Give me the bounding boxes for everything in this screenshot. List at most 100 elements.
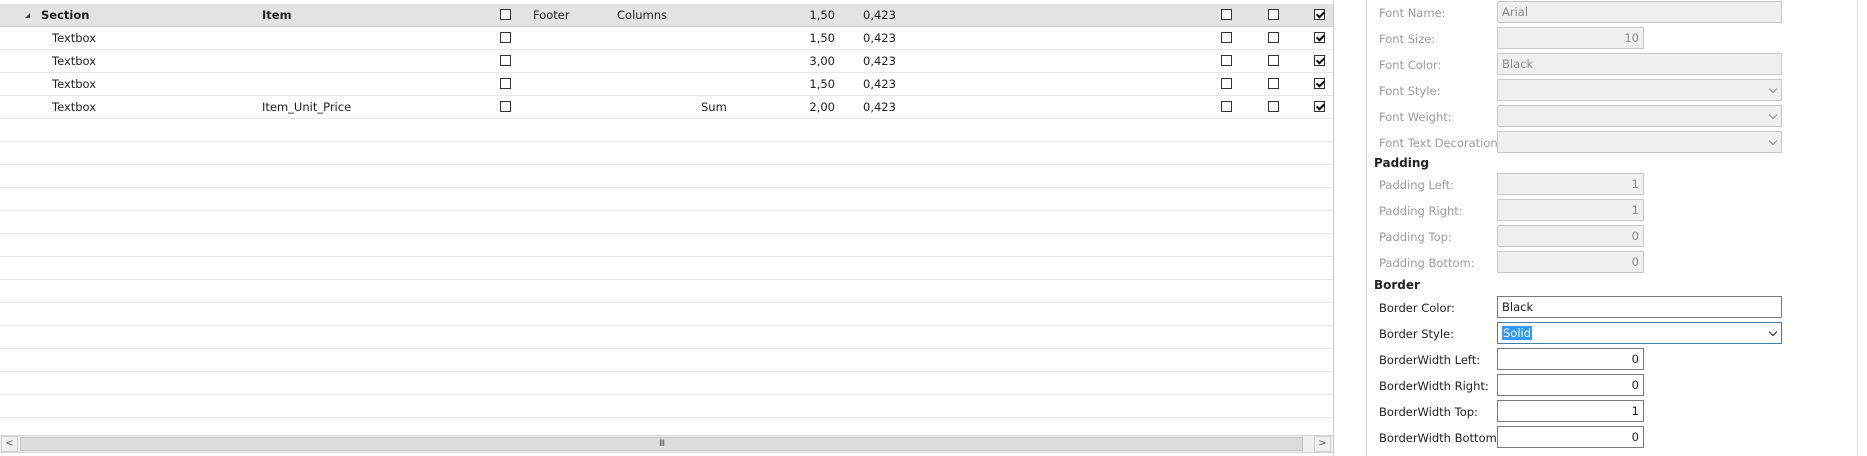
empty-row [0,165,1333,188]
row-checkbox[interactable] [500,9,511,20]
font-name-label: Font Name: [1379,6,1446,20]
font-size-field[interactable]: 10 [1497,27,1644,49]
padding-top-label: Padding Top: [1379,230,1452,244]
table-row[interactable]: Textbox Item_Unit_Price Sum 2,00 0,423 [0,96,1333,119]
padding-right-row: Padding Right: 1 [1367,198,1867,224]
scroll-left-button[interactable]: < [1,436,18,452]
chevron-down-icon [1768,327,1778,337]
height-value: 0,423 [863,31,896,45]
checkbox-col3[interactable] [1314,55,1325,66]
table-row[interactable]: Textbox 1,50 0,423 [0,73,1333,96]
chevron-right-icon: > [1318,438,1327,449]
chevron-left-icon: < [5,438,14,449]
row-checkbox[interactable] [500,32,511,43]
empty-row [0,418,1333,435]
padding-top-field[interactable]: 0 [1497,225,1644,247]
borderwidth-right-row: BorderWidth Right: 0 [1367,373,1867,399]
row-checkbox[interactable] [500,101,511,112]
padding-left-label: Padding Left: [1379,178,1455,192]
font-color-label: Font Color: [1379,58,1442,72]
border-style-value: Solid [1502,326,1533,340]
width-value: 1,50 [809,31,835,45]
empty-row [0,257,1333,280]
font-style-row: Font Style: [1367,78,1867,104]
section-label: Section [41,8,90,22]
borderwidth-top-row: BorderWidth Top: 1 [1367,399,1867,425]
row-aggregate: Sum [701,100,727,114]
checkbox-col2[interactable] [1268,9,1279,20]
padding-bottom-row: Padding Bottom: 0 [1367,250,1867,276]
font-style-select[interactable] [1497,79,1782,101]
scrollbar-thumb[interactable]: III [20,437,1303,451]
padding-left-field[interactable]: 1 [1497,173,1644,195]
row-section: Textbox [52,54,97,68]
panel-divider [1857,0,1858,456]
padding-top-row: Padding Top: 0 [1367,224,1867,250]
borderwidth-bottom-label: BorderWidth Bottom: [1379,431,1501,445]
scroll-right-button[interactable]: > [1314,436,1331,452]
font-name-field[interactable]: Arial [1497,1,1782,23]
chevron-down-icon [1768,110,1778,120]
borderwidth-left-row: BorderWidth Left: 0 [1367,347,1867,373]
borderwidth-bottom-field[interactable]: 0 [1497,426,1644,448]
empty-row [0,326,1333,349]
font-name-row: Font Name: Arial [1367,0,1867,26]
checkbox-col1[interactable] [1221,78,1232,89]
empty-row [0,211,1333,234]
height-value: 0,423 [863,8,896,22]
checkbox-col1[interactable] [1221,9,1232,20]
font-color-field[interactable]: Black [1497,53,1782,75]
width-value: 1,50 [809,77,835,91]
font-weight-select[interactable] [1497,105,1782,127]
font-size-label: Font Size: [1379,32,1436,46]
row-checkbox[interactable] [500,78,511,89]
checkbox-col3[interactable] [1314,32,1325,43]
row-section: Textbox [52,31,97,45]
checkbox-col3[interactable] [1314,78,1325,89]
width-value: 3,00 [809,54,835,68]
borderwidth-right-field[interactable]: 0 [1497,374,1644,396]
border-style-select[interactable]: Solid [1497,322,1782,344]
row-section: Textbox [52,100,97,114]
borderwidth-left-field[interactable]: 0 [1497,348,1644,370]
checkbox-col1[interactable] [1221,32,1232,43]
horizontal-scrollbar[interactable]: < III > [0,435,1333,453]
row-section: Textbox [52,77,97,91]
table-row[interactable]: Textbox 3,00 0,423 [0,50,1333,73]
table-row[interactable]: Textbox 1,50 0,423 [0,27,1333,50]
checkbox-col1[interactable] [1221,55,1232,66]
empty-row [0,349,1333,372]
border-color-row: Border Color: Black [1367,295,1867,321]
checkbox-col1[interactable] [1221,101,1232,112]
empty-row [0,303,1333,326]
empty-row [0,372,1333,395]
footer-label: Footer [533,8,570,22]
borderwidth-top-field[interactable]: 1 [1497,400,1644,422]
borderwidth-bottom-row: BorderWidth Bottom: 0 [1367,425,1867,451]
empty-row [0,280,1333,303]
width-value: 1,50 [809,8,835,22]
border-color-field[interactable]: Black [1497,296,1782,318]
checkbox-col2[interactable] [1268,55,1279,66]
font-color-row: Font Color: Black [1367,52,1867,78]
section-row[interactable]: Section Item Footer Columns 1,50 0,423 [0,4,1333,27]
collapse-icon[interactable] [25,13,30,18]
row-checkbox[interactable] [500,55,511,66]
checkbox-col2[interactable] [1268,101,1279,112]
row-item: Item_Unit_Price [262,100,352,114]
font-text-decoration-select[interactable] [1497,131,1782,153]
checkbox-col3[interactable] [1314,101,1325,112]
checkbox-col3[interactable] [1314,9,1325,20]
borderwidth-left-label: BorderWidth Left: [1379,353,1481,367]
height-value: 0,423 [863,77,896,91]
border-color-label: Border Color: [1379,301,1455,315]
padding-bottom-field[interactable]: 0 [1497,251,1644,273]
font-text-decoration-row: Font Text Decoration: [1367,130,1867,156]
checkbox-col2[interactable] [1268,32,1279,43]
padding-right-field[interactable]: 1 [1497,199,1644,221]
empty-row [0,142,1333,165]
height-value: 0,423 [863,54,896,68]
border-group-title: Border [1374,278,1420,292]
empty-row [0,188,1333,211]
checkbox-col2[interactable] [1268,78,1279,89]
